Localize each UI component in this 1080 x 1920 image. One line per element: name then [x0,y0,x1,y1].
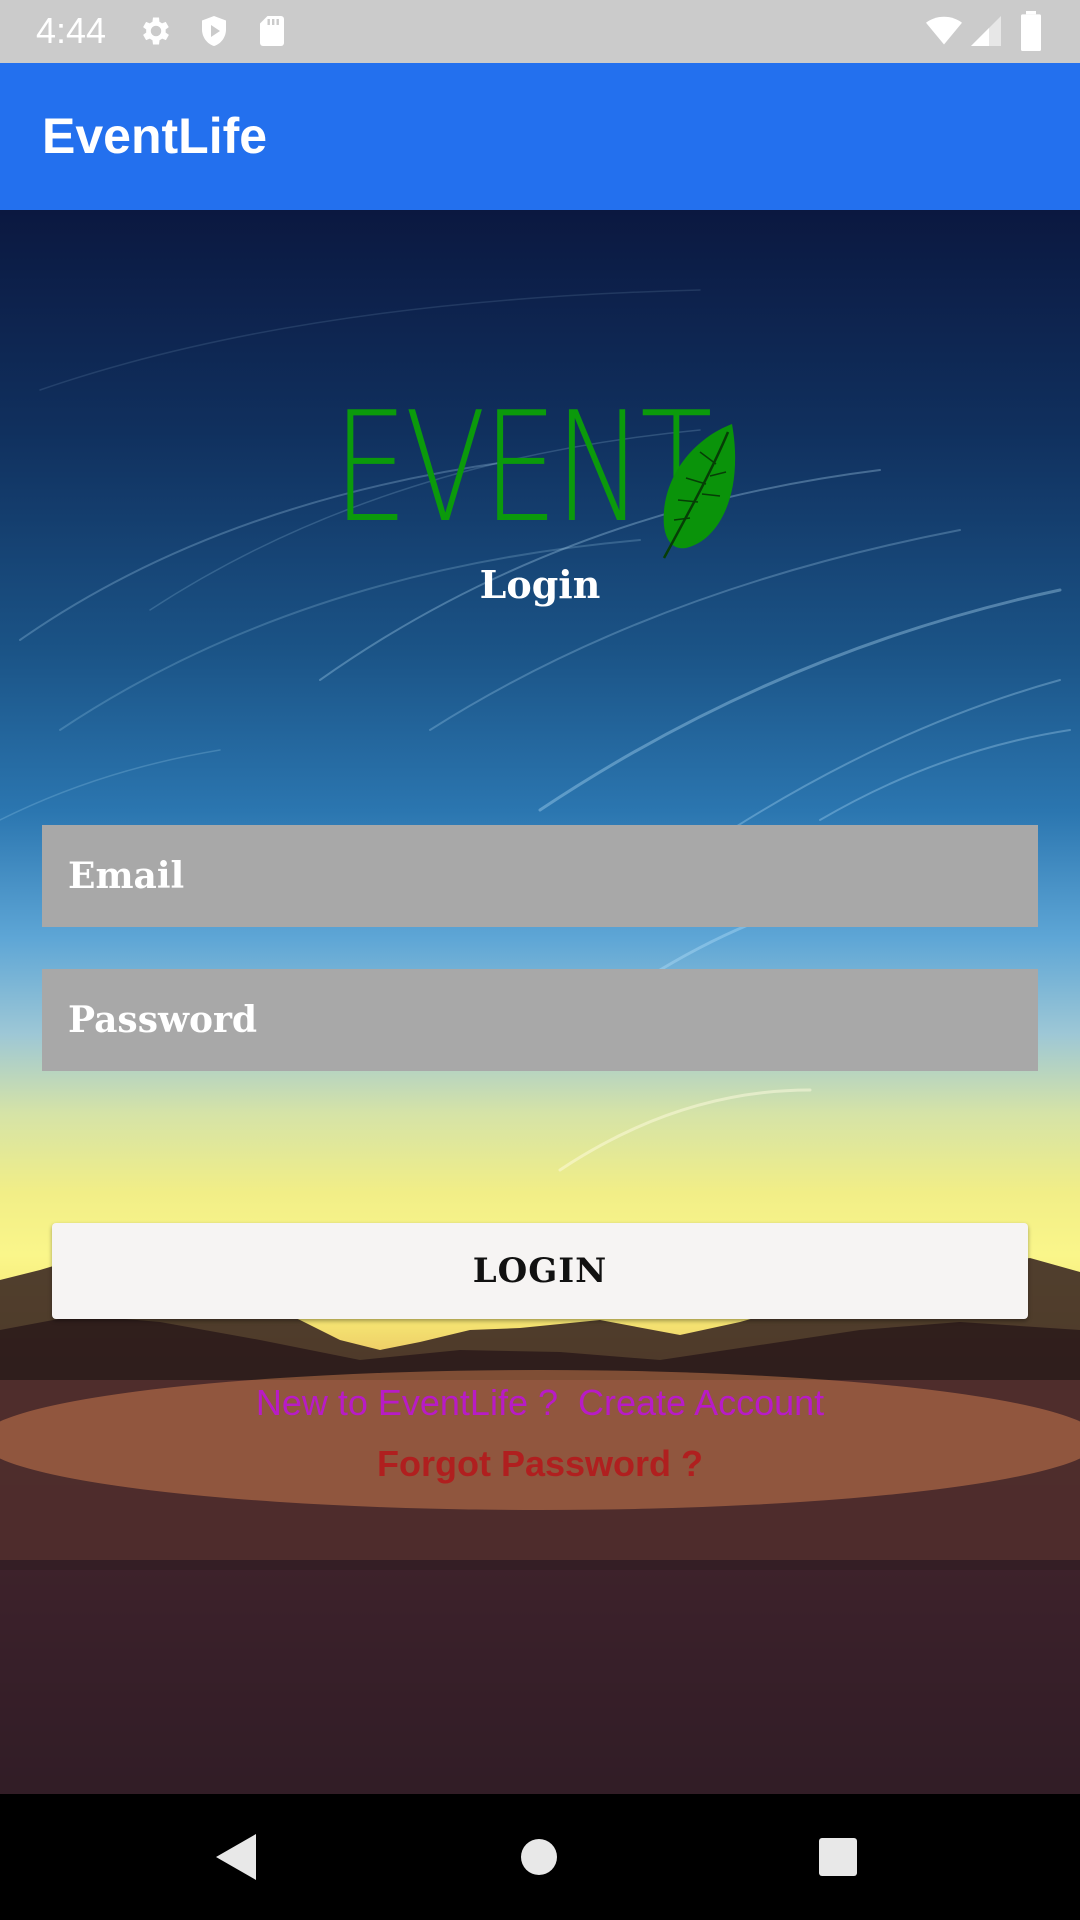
login-screen: EVENT Login LOGIN New to EventLife ? Cre… [0,210,1080,1794]
leaf-icon [662,424,736,559]
app-title: EventLife [42,108,268,164]
shield-icon [202,16,226,46]
login-button[interactable]: LOGIN [52,1223,1028,1319]
new-user-text: New to EventLife ? [255,1382,558,1423]
gear-icon [143,17,169,45]
wifi-icon [926,16,962,45]
event-logo-text: EVENT [333,379,713,556]
create-account-link[interactable]: Create Account [578,1382,824,1423]
signup-prompt: New to EventLife ? Create Account [0,1382,1080,1424]
status-time: 4:44 [36,10,107,51]
email-input[interactable] [42,825,1038,927]
login-heading: Login [479,562,601,607]
home-icon[interactable] [520,1838,558,1876]
battery-icon [1021,11,1041,51]
sd-card-icon [260,16,284,46]
back-icon[interactable] [214,1832,258,1882]
signal-icon [971,16,1001,46]
app-bar: EventLife [0,63,1080,210]
password-input[interactable] [42,969,1038,1071]
status-bar: 4:44 [0,0,1080,63]
recents-icon[interactable] [818,1837,858,1877]
forgot-password-link[interactable]: Forgot Password ? [0,1443,1080,1485]
navigation-bar [0,1794,1080,1920]
